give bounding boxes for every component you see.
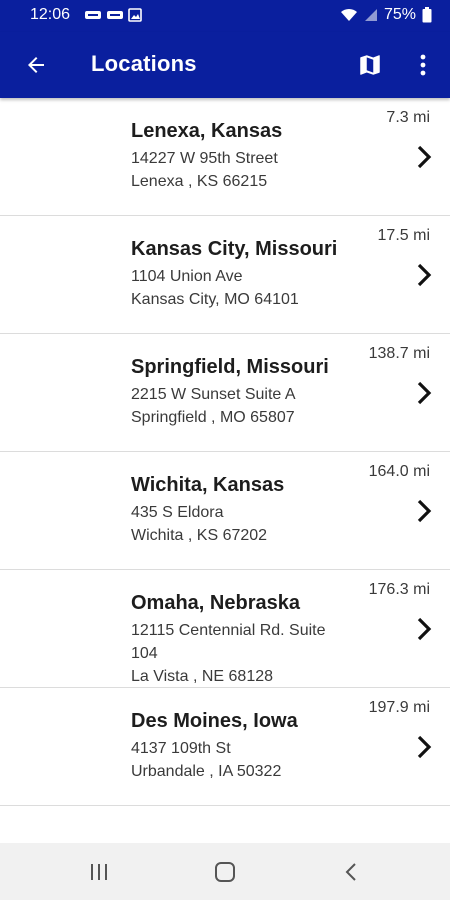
- location-details: Lenexa, Kansas 14227 W 95th Street Lenex…: [131, 118, 361, 192]
- location-name: Des Moines, Iowa: [131, 710, 298, 732]
- location-address-line: Wichita , KS 67202: [131, 527, 268, 544]
- more-options-button[interactable]: [408, 49, 438, 81]
- location-details: Wichita, Kansas 435 S Eldora Wichita , K…: [131, 472, 361, 546]
- location-row[interactable]: Springfield, Missouri 2215 W Sunset Suit…: [0, 334, 450, 452]
- notification-icon: [107, 11, 123, 19]
- page-title: Locations: [91, 51, 197, 76]
- map-button[interactable]: [352, 49, 388, 81]
- location-details: Kansas City, Missouri 1104 Union Ave Kan…: [131, 236, 361, 310]
- recent-apps-icon: [91, 864, 107, 880]
- signal-icon: [364, 9, 377, 21]
- chevron-right-icon: [417, 617, 432, 641]
- home-icon: [215, 862, 235, 882]
- locations-list: Lenexa, Kansas 14227 W 95th Street Lenex…: [0, 98, 450, 806]
- location-distance: 138.7 mi: [368, 345, 430, 362]
- app-bar: Locations: [0, 32, 450, 98]
- status-time: 12:06: [30, 6, 71, 23]
- location-address-line: 435 S Eldora: [131, 504, 224, 521]
- map-icon: [360, 55, 380, 75]
- location-address-line: Kansas City, MO 64101: [131, 291, 299, 308]
- location-name: Kansas City, Missouri: [131, 238, 338, 260]
- location-row[interactable]: Des Moines, Iowa 4137 109th St Urbandale…: [0, 688, 450, 806]
- location-address-line: 2215 W Sunset Suite A: [131, 386, 296, 403]
- location-address-line: 14227 W 95th Street: [131, 150, 278, 167]
- back-arrow-icon: [28, 57, 44, 73]
- chevron-right-icon: [417, 263, 432, 287]
- location-row[interactable]: Kansas City, Missouri 1104 Union Ave Kan…: [0, 216, 450, 334]
- chevron-right-icon: [417, 145, 432, 169]
- location-address-line: La Vista , NE 68128: [131, 668, 274, 685]
- location-distance: 197.9 mi: [368, 699, 430, 716]
- location-row[interactable]: Wichita, Kansas 435 S Eldora Wichita , K…: [0, 452, 450, 570]
- location-address-line: Urbandale , IA 50322: [131, 763, 282, 780]
- chevron-right-icon: [417, 499, 432, 523]
- location-address-line: Lenexa , KS 66215: [131, 173, 268, 190]
- location-address-line: 1104 Union Ave: [131, 268, 243, 285]
- more-vert-icon: [420, 54, 426, 76]
- nav-back-button[interactable]: [331, 857, 371, 887]
- location-row[interactable]: Lenexa, Kansas 14227 W 95th Street Lenex…: [0, 98, 450, 216]
- notification-icons: [84, 8, 142, 22]
- location-distance: 176.3 mi: [368, 581, 430, 598]
- location-address-line: 4137 109th St: [131, 740, 231, 757]
- back-icon: [345, 863, 356, 881]
- location-address-line: 12115 Centennial Rd. Suite: [131, 622, 326, 639]
- chevron-right-icon: [417, 381, 432, 405]
- location-address-line: 104: [131, 645, 158, 662]
- home-button[interactable]: [205, 857, 245, 887]
- location-address-line: Springfield , MO 65807: [131, 409, 295, 426]
- notification-icon: [85, 11, 101, 19]
- status-bar: 12:06 75%: [0, 0, 450, 32]
- location-details: Omaha, Nebraska 12115 Centennial Rd. Sui…: [131, 590, 361, 687]
- recent-apps-button[interactable]: [79, 857, 119, 887]
- location-name: Lenexa, Kansas: [131, 120, 283, 142]
- battery-percent: 75%: [383, 6, 416, 23]
- location-name: Springfield, Missouri: [131, 356, 329, 378]
- location-row[interactable]: Omaha, Nebraska 12115 Centennial Rd. Sui…: [0, 570, 450, 688]
- battery-icon: [422, 7, 432, 23]
- system-nav-bar: [0, 843, 450, 900]
- image-icon: [128, 8, 142, 22]
- status-system-icons: 75%: [340, 6, 432, 24]
- location-name: Omaha, Nebraska: [131, 592, 300, 614]
- back-button[interactable]: [16, 48, 56, 82]
- location-distance: 17.5 mi: [377, 227, 430, 244]
- location-name: Wichita, Kansas: [131, 474, 285, 496]
- location-details: Des Moines, Iowa 4137 109th St Urbandale…: [131, 708, 361, 782]
- location-distance: 7.3 mi: [386, 109, 430, 126]
- location-distance: 164.0 mi: [368, 463, 430, 480]
- wifi-icon: [340, 8, 357, 21]
- chevron-right-icon: [417, 735, 432, 759]
- location-details: Springfield, Missouri 2215 W Sunset Suit…: [131, 354, 361, 428]
